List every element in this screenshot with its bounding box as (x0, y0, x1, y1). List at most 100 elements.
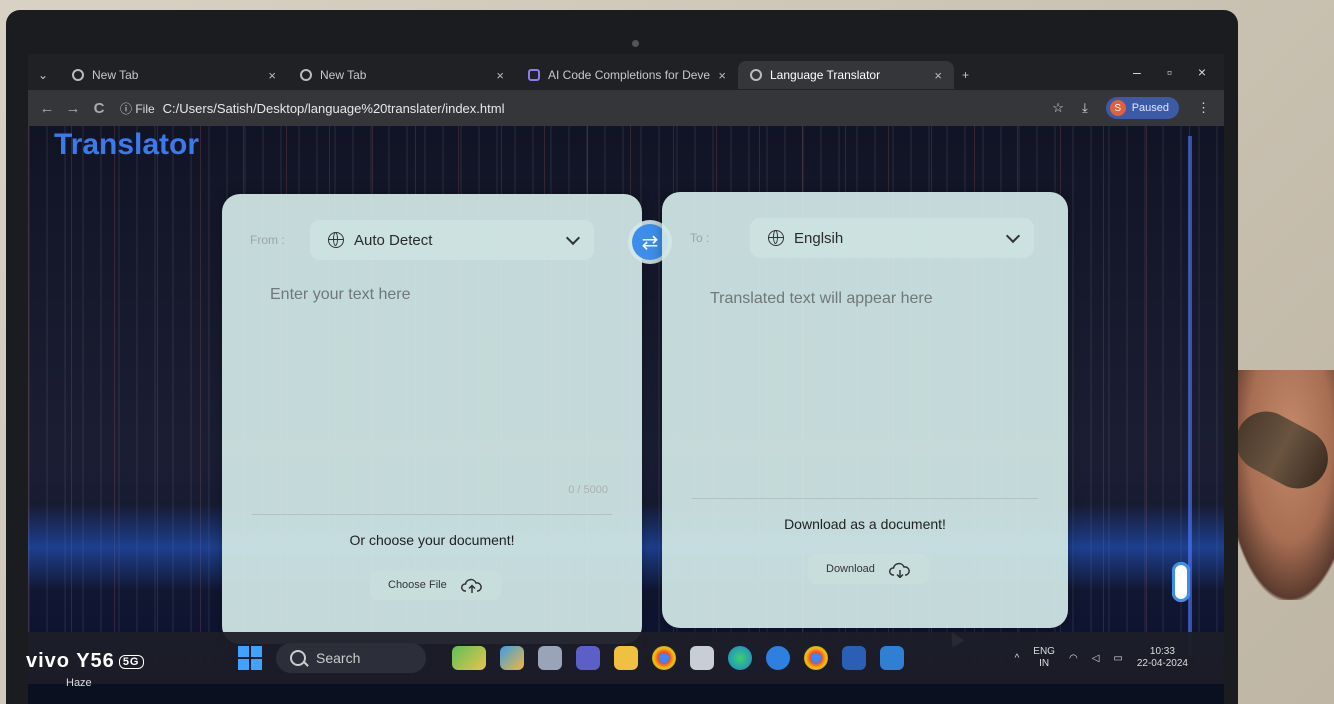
lang-bottom: IN (1039, 658, 1050, 669)
chrome-icon (300, 69, 312, 81)
file-explorer-icon[interactable] (614, 646, 638, 670)
laptop-frame: ⌄ New Tab × New Tab × AI Code Completion… (6, 10, 1238, 704)
tab-title: New Tab (320, 68, 367, 82)
windows-logo-icon (251, 646, 262, 657)
choose-document-hint: Or choose your document! (349, 532, 515, 548)
download-icon[interactable]: ⤓ (1082, 100, 1088, 116)
close-window-button[interactable]: × (1198, 64, 1206, 80)
search-icon (290, 650, 306, 666)
globe-icon (768, 230, 784, 246)
webcam (632, 40, 639, 47)
more-menu-icon[interactable]: ⋮ (1197, 100, 1210, 116)
window-controls: – ▫ × (1133, 64, 1224, 80)
close-icon[interactable]: × (496, 68, 504, 83)
profile-button[interactable]: S Paused (1105, 97, 1179, 119)
tab-new-tab-1[interactable]: New Tab × (60, 61, 288, 89)
choose-file-button[interactable]: Choose File (370, 570, 501, 600)
source-language-select[interactable]: Auto Detect (310, 220, 594, 260)
vscode-icon[interactable] (880, 646, 904, 670)
download-label: Download (826, 563, 875, 575)
tab-title: New Tab (92, 68, 139, 82)
battery-icon[interactable]: ▭ (1113, 653, 1122, 664)
foot-in-photo (1224, 370, 1334, 600)
system-tray: ^ ENG IN ◠ ◁ ▭ 10:33 22-04-2024 (1015, 646, 1224, 670)
source-panel: From : Auto Detect Enter your text here … (222, 194, 642, 644)
wifi-icon[interactable]: ◠ (1069, 653, 1078, 664)
taskbar-search[interactable]: Search (276, 643, 426, 673)
target-language-select[interactable]: Englsih (750, 218, 1034, 258)
minimize-button[interactable]: – (1133, 64, 1141, 80)
maximize-button[interactable]: ▫ (1167, 64, 1172, 80)
tray-overflow-icon[interactable]: ^ (1015, 653, 1020, 664)
target-language-row: To : Englsih (662, 216, 1068, 260)
word-icon[interactable] (842, 646, 866, 670)
source-text-input[interactable]: Enter your text here (270, 286, 610, 486)
close-icon[interactable]: × (718, 68, 726, 83)
laptop-screen: ⌄ New Tab × New Tab × AI Code Completion… (28, 54, 1224, 704)
clock[interactable]: 10:33 22-04-2024 (1137, 646, 1188, 670)
taskbar-apps (452, 646, 904, 670)
chrome-icon-2[interactable] (804, 646, 828, 670)
camera-5g-badge: 5G (118, 654, 144, 669)
tab-bar: ⌄ New Tab × New Tab × AI Code Completion… (28, 54, 1224, 90)
back-button[interactable]: ← (34, 100, 60, 117)
volume-icon[interactable]: ◁ (1092, 653, 1100, 664)
store-icon[interactable] (690, 646, 714, 670)
download-button[interactable]: Download (808, 554, 929, 584)
star-icon[interactable]: ☆ (1052, 100, 1064, 116)
divider (692, 498, 1038, 499)
tab-title: Language Translator (770, 68, 881, 82)
target-language-value: Englsih (794, 229, 844, 247)
from-label: From : (250, 233, 285, 247)
source-language-row: From : Auto Detect (222, 218, 642, 262)
task-view-icon[interactable] (538, 646, 562, 670)
char-count: 0 / 5000 (568, 484, 608, 496)
to-label: To : (690, 231, 710, 245)
url-field[interactable]: ⓘ File C:/Users/Satish/Desktop/language%… (120, 100, 1052, 117)
plus-icon: + (962, 68, 970, 82)
download-document-hint: Download as a document! (784, 516, 946, 532)
tab-new-tab-2[interactable]: New Tab × (288, 61, 516, 89)
forward-button[interactable]: → (60, 100, 86, 117)
lang-top: ENG (1033, 646, 1055, 657)
skype-icon[interactable] (766, 646, 790, 670)
source-language-value: Auto Detect (354, 231, 433, 249)
tab-language-translator[interactable]: Language Translator × (738, 61, 954, 89)
tab-title: AI Code Completions for Deve (548, 68, 711, 82)
chevron-down-icon (565, 230, 581, 246)
cloud-upload-icon (460, 578, 483, 593)
profile-status: Paused (1131, 102, 1169, 114)
page-content: Translator From : Auto Detect Enter your… (28, 126, 1224, 666)
widgets-icon[interactable] (452, 646, 486, 670)
clock-time: 10:33 (1149, 646, 1175, 657)
site-info-chip[interactable]: ⓘ File (120, 100, 155, 117)
windows-logo-icon (238, 646, 249, 657)
target-panel: To : Englsih Translated text will appear… (662, 192, 1068, 628)
teams-icon[interactable] (576, 646, 600, 670)
app-icon[interactable] (500, 646, 524, 670)
windows-taskbar: Search ^ ENG IN ◠ ◁ ▭ 10:33 22-04-2024 (28, 632, 1224, 684)
clock-date: 22-04-2024 (1136, 658, 1188, 669)
start-button[interactable] (238, 646, 262, 670)
scroll-toggle[interactable] (1172, 562, 1190, 602)
phone-camera-watermark: vivo Y56 5G (26, 650, 144, 673)
reload-button[interactable]: C (86, 100, 112, 117)
divider (252, 514, 612, 515)
tab-ai-code-completions[interactable]: AI Code Completions for Deve × (516, 61, 738, 89)
url-text: C:/Users/Satish/Desktop/language%20trans… (162, 100, 505, 116)
tab-search-menu[interactable]: ⌄ (28, 61, 60, 89)
choose-file-label: Choose File (388, 579, 447, 591)
chevron-down-icon: ⌄ (38, 68, 49, 82)
close-icon[interactable]: × (268, 68, 276, 83)
windows-logo-icon (251, 659, 262, 670)
ai-icon (528, 69, 540, 81)
close-icon[interactable]: × (934, 68, 942, 83)
camera-brand: vivo Y56 (26, 650, 115, 672)
edge-icon[interactable] (728, 646, 752, 670)
chrome-icon[interactable] (652, 646, 676, 670)
weather-label: Haze (66, 677, 92, 689)
input-language-indicator[interactable]: ENG IN (1033, 646, 1055, 670)
translated-text-output: Translated text will appear here (710, 290, 933, 307)
page-title: Translator (54, 128, 200, 161)
new-tab-button[interactable]: + (954, 61, 984, 89)
